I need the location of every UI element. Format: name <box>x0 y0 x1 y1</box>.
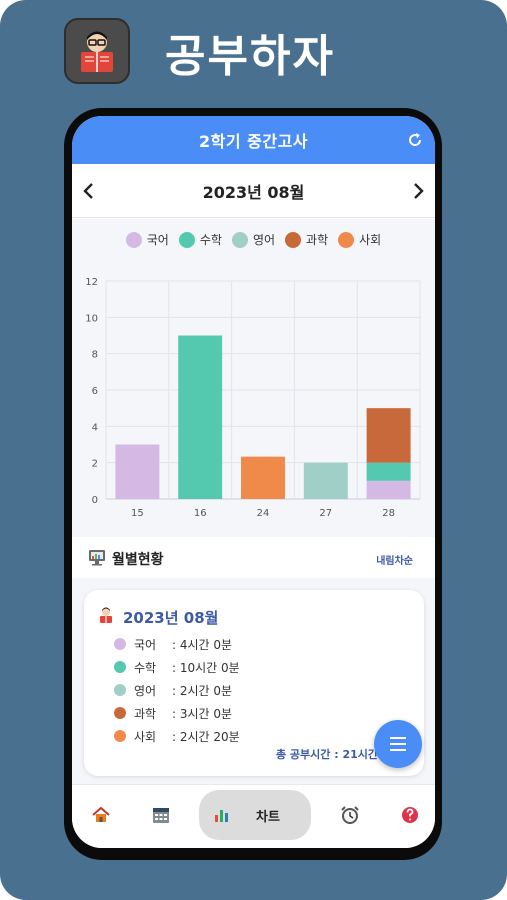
y-tick-label: 0 <box>92 495 98 506</box>
subject-name: 수학 <box>134 660 157 675</box>
student-reading-icon <box>100 607 112 623</box>
subject-swatch <box>114 661 126 673</box>
nav-chart[interactable]: 차트 <box>199 790 311 840</box>
bottom-navigation: 차트 <box>72 784 435 848</box>
section-title: 월별현황 <box>112 552 164 568</box>
chevron-left-icon[interactable] <box>78 180 100 202</box>
home-icon <box>92 806 110 822</box>
nav-home[interactable] <box>89 803 113 827</box>
bar-segment <box>241 456 285 499</box>
x-tick-label: 27 <box>319 508 332 519</box>
stacked-bar-chart: 02468101215 16 24 27 28 <box>85 277 421 519</box>
nav-help[interactable] <box>398 803 422 827</box>
bar-segment <box>115 444 160 499</box>
y-tick-label: 6 <box>92 386 98 397</box>
y-tick-label: 8 <box>92 350 98 361</box>
chart-icon <box>215 810 228 822</box>
y-tick-label: 2 <box>92 459 98 470</box>
subject-name: 영어 <box>134 683 157 698</box>
menu-fab-button[interactable] <box>374 720 422 768</box>
subject-name: 과학 <box>134 706 157 721</box>
summary-row: 과학 : 3시간 0분 <box>114 703 232 723</box>
month-navigator: 2023년 08월 <box>72 164 435 218</box>
nav-alarm[interactable] <box>338 803 362 827</box>
calendar-icon <box>153 808 169 823</box>
app-logo-icon <box>64 18 130 84</box>
subject-swatch <box>114 730 126 742</box>
monitor-chart-icon <box>89 550 105 566</box>
menu-icon <box>390 737 406 751</box>
app-bar: 2학기 중간고사 <box>72 116 435 164</box>
subject-time: : 2시간 0분 <box>172 683 233 698</box>
sort-button[interactable]: 내림차순 <box>376 552 413 567</box>
x-tick-label: 15 <box>131 508 144 519</box>
summary-row: 국어 : 4시간 0분 <box>114 634 232 654</box>
subject-swatch <box>114 707 126 719</box>
subject-name: 사회 <box>134 729 157 744</box>
subject-time: : 4시간 0분 <box>172 637 233 652</box>
y-tick-label: 10 <box>85 313 98 324</box>
chevron-right-icon[interactable] <box>407 180 429 202</box>
subject-name: 국어 <box>134 637 157 652</box>
x-tick-label: 28 <box>382 508 395 519</box>
section-header: 월별현황 내림차순 <box>72 538 435 578</box>
alarm-icon <box>341 806 359 824</box>
subject-time: : 3시간 0분 <box>172 706 233 721</box>
summary-row: 사회 : 2시간 20분 <box>114 726 240 746</box>
nav-chart-label: 차트 <box>256 810 280 825</box>
subject-time: : 2시간 20분 <box>172 729 240 744</box>
bar-segment <box>366 480 411 499</box>
summary-row: 영어 : 2시간 0분 <box>114 680 232 700</box>
bar-segment <box>178 335 223 499</box>
background-frame: 공부하자 2학기 중간고사 2023년 08월 국어 수학 영어 과학 사회 0… <box>0 0 507 900</box>
bar-segment <box>303 462 348 499</box>
bar-segment <box>366 462 411 481</box>
subject-swatch <box>114 638 126 650</box>
y-tick-label: 12 <box>85 277 98 288</box>
summary-month-title: 2023년 08월 <box>123 609 219 627</box>
subject-time: : 10시간 0분 <box>172 660 240 675</box>
y-tick-label: 4 <box>92 422 98 433</box>
subject-swatch <box>114 684 126 696</box>
x-tick-label: 24 <box>257 508 270 519</box>
total-study-time: 총 공부시간 : 21시간 <box>275 748 378 761</box>
month-summary-card[interactable]: 2023년 08월 국어 : 4시간 0분 수학 : 10시간 0분 영어 : 2시간… <box>84 590 424 776</box>
nav-calendar[interactable] <box>149 803 173 827</box>
refresh-icon[interactable] <box>405 130 425 150</box>
x-tick-label: 16 <box>194 508 207 519</box>
page-title: 2학기 중간고사 <box>198 132 309 151</box>
phone-screen: 2학기 중간고사 2023년 08월 국어 수학 영어 과학 사회 0 2 4 … <box>72 116 435 848</box>
app-name: 공부하자 <box>165 31 335 82</box>
bar-segment <box>366 408 411 463</box>
month-label: 2023년 08월 <box>202 182 305 202</box>
help-icon <box>402 807 418 823</box>
summary-row: 수학 : 10시간 0분 <box>114 657 240 677</box>
chart-panel: 국어 수학 영어 과학 사회 0 2 4 6 8 10 12 15 16 24 27 28 <box>72 219 435 537</box>
